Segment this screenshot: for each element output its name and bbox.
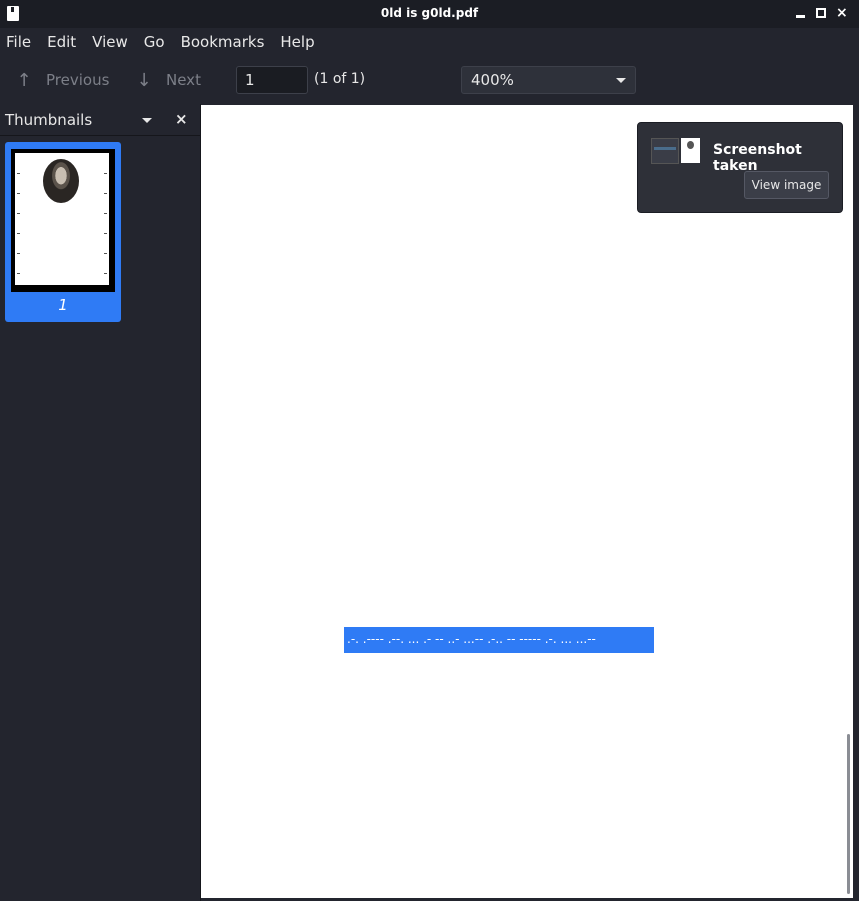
screenshot-thumbnail-icon xyxy=(651,138,701,164)
maximize-button[interactable] xyxy=(815,7,827,19)
toolbar: ↑ Previous ↓ Next 1 (1 of 1) 400% xyxy=(0,56,859,104)
menu-go[interactable]: Go xyxy=(138,33,173,51)
next-page-button[interactable]: ↓ Next xyxy=(134,68,201,92)
zoom-select[interactable]: 400% xyxy=(461,66,636,94)
close-sidebar-button[interactable]: × xyxy=(175,110,188,128)
menu-file[interactable]: File xyxy=(0,33,39,51)
sidebar-header: Thumbnails × xyxy=(0,104,200,136)
menu-help[interactable]: Help xyxy=(274,33,322,51)
zoom-value: 400% xyxy=(471,71,514,89)
page-number-input[interactable]: 1 xyxy=(236,66,308,94)
window-title: 0ld is g0ld.pdf xyxy=(380,6,479,20)
document-scrollbar[interactable] xyxy=(847,734,850,894)
previous-label: Previous xyxy=(46,71,110,89)
notification-title: Screenshot taken xyxy=(713,142,802,174)
document-page[interactable] xyxy=(201,105,853,898)
page-count-label: (1 of 1) xyxy=(314,71,366,87)
title-bar: 0ld is g0ld.pdf × xyxy=(0,0,859,28)
menu-bar: File Edit View Go Bookmarks Help xyxy=(0,28,859,56)
portrait-image xyxy=(43,159,79,203)
sidebar-mode-dropdown-icon[interactable] xyxy=(142,118,152,123)
selected-morse-text[interactable]: .-. .---- .--. ... .- -- ..- ...-- .-.. … xyxy=(344,627,654,653)
screenshot-notification: Screenshot taken View image xyxy=(637,122,843,213)
chevron-down-icon xyxy=(616,78,626,83)
thumbnail-item[interactable]: 1 xyxy=(5,142,121,322)
menu-view[interactable]: View xyxy=(86,33,136,51)
thumbnail-page-label: 1 xyxy=(58,296,68,314)
next-label: Next xyxy=(166,71,201,89)
menu-bookmarks[interactable]: Bookmarks xyxy=(175,33,273,51)
minimize-button[interactable] xyxy=(794,7,806,19)
sidebar: Thumbnails × 1 xyxy=(0,104,201,901)
menu-edit[interactable]: Edit xyxy=(41,33,84,51)
arrow-up-icon: ↑ xyxy=(16,69,32,91)
previous-page-button[interactable]: ↑ Previous xyxy=(14,68,109,92)
view-image-button[interactable]: View image xyxy=(744,171,829,199)
sidebar-title: Thumbnails xyxy=(5,111,93,129)
arrow-down-icon: ↓ xyxy=(136,69,152,91)
thumbnail-page-image xyxy=(11,149,115,292)
close-window-button[interactable]: × xyxy=(836,6,848,20)
